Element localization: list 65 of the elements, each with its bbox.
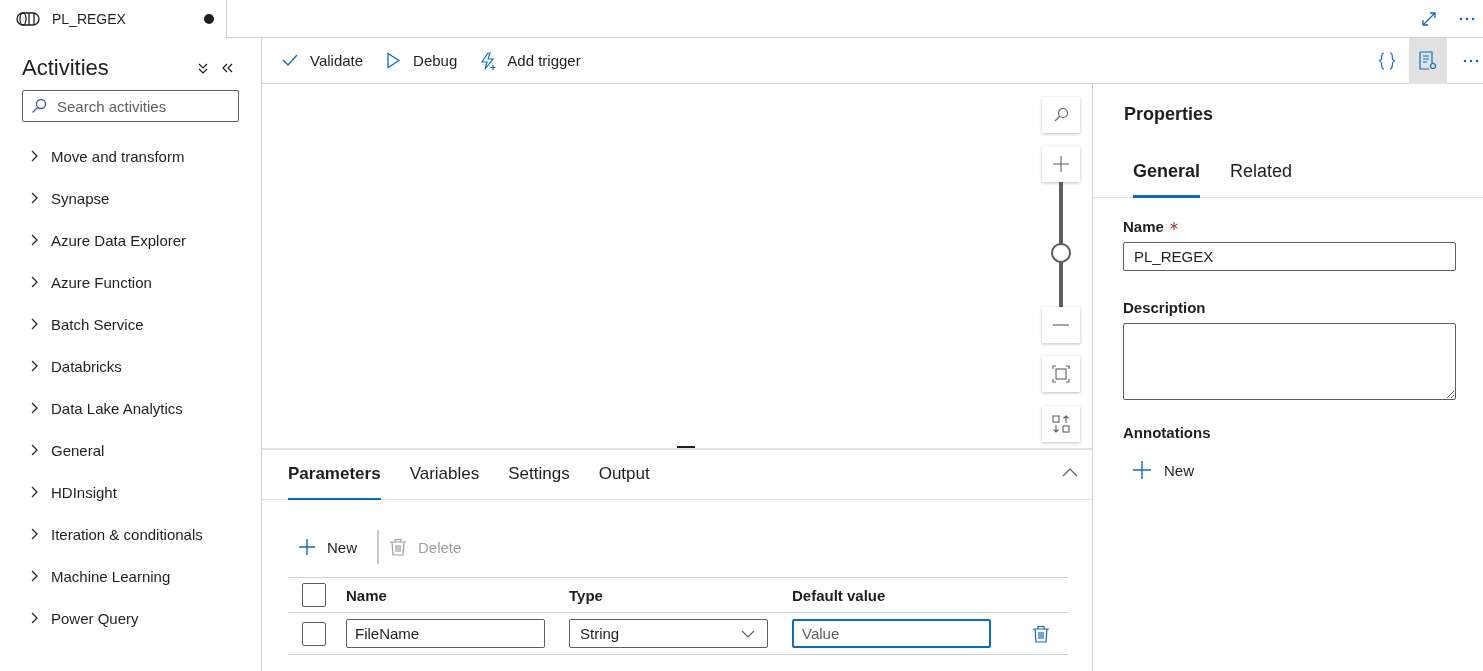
document-tab[interactable]: PL_REGEX — [0, 0, 227, 38]
activity-group[interactable]: Synapse — [28, 177, 239, 219]
resize-handle[interactable] — [677, 446, 695, 448]
trash-icon[interactable] — [1032, 623, 1050, 644]
trash-icon — [389, 538, 407, 556]
default-value-input[interactable]: Value — [792, 619, 991, 648]
slider-thumb[interactable] — [1051, 242, 1071, 263]
search-field[interactable]: Search activities — [22, 90, 239, 122]
panel-tab[interactable]: Settings — [508, 450, 570, 500]
collapse-all-icon[interactable] — [197, 62, 209, 74]
search-icon — [1052, 106, 1070, 124]
lightning-icon — [479, 51, 498, 70]
panel-tab[interactable]: Parameters — [288, 450, 381, 500]
document-gear-icon — [1418, 50, 1438, 71]
chevron-down-icon — [741, 629, 755, 638]
activity-group[interactable]: Azure Function — [28, 261, 239, 303]
validate-button[interactable]: Validate — [282, 37, 376, 84]
zoom-slider[interactable] — [1050, 182, 1072, 307]
type-dropdown[interactable]: String — [569, 619, 768, 648]
plus-icon — [1132, 460, 1152, 480]
activity-group[interactable]: Power Query — [28, 597, 239, 639]
trigger-button[interactable]: Add trigger — [479, 37, 593, 84]
search-icon — [31, 98, 47, 114]
field-label: Annotations — [1123, 423, 1211, 441]
pipeline-icon — [16, 11, 40, 27]
row-checkbox[interactable] — [302, 621, 326, 646]
name-input[interactable]: FileName — [346, 619, 545, 648]
panel-tab[interactable]: Variables — [409, 450, 480, 500]
activity-group[interactable]: Iteration & conditionals — [28, 513, 239, 555]
more-icon[interactable] — [1463, 58, 1479, 63]
properties-tab[interactable]: Related — [1230, 143, 1293, 198]
activity-group[interactable]: HDInsight — [28, 471, 239, 513]
activity-group[interactable]: Machine Learning — [28, 555, 239, 597]
panel-title: Activities — [22, 55, 110, 81]
code-braces-icon[interactable] — [1377, 50, 1397, 71]
plus-icon — [298, 538, 316, 556]
panel-tab[interactable]: Output — [598, 450, 650, 500]
activity-group[interactable]: Data Lake Analytics — [28, 387, 239, 429]
new-button[interactable]: New — [298, 529, 369, 565]
properties-tab[interactable]: General — [1133, 143, 1201, 198]
expand-icon[interactable] — [1421, 10, 1437, 27]
new-annotation-button[interactable]: New — [1132, 460, 1194, 480]
search-button[interactable] — [1042, 97, 1080, 133]
debug-button[interactable]: Debug — [385, 37, 470, 84]
description-input[interactable] — [1123, 323, 1456, 400]
column-header: Name — [346, 586, 388, 604]
more-icon[interactable] — [1459, 16, 1475, 21]
activity-group[interactable]: Move and transform — [28, 135, 239, 177]
properties-toggle-button[interactable] — [1409, 37, 1447, 84]
column-header: Default value — [792, 586, 887, 604]
panel-title: Properties — [1124, 104, 1214, 125]
collapse-panel-icon[interactable] — [221, 62, 233, 74]
column-header: Type — [569, 586, 604, 604]
zoom-in-icon — [1052, 155, 1070, 173]
auto-align-icon — [1052, 415, 1070, 433]
activity-group[interactable]: General — [28, 429, 239, 471]
field-label: Description — [1123, 298, 1206, 316]
field-label: Name — [1123, 217, 1164, 235]
activity-group[interactable]: Azure Data Explorer — [28, 219, 239, 261]
collapse-icon[interactable] — [1062, 468, 1078, 477]
select-all-checkbox[interactable] — [302, 583, 326, 607]
activity-group[interactable]: Databricks — [28, 345, 239, 387]
activity-group[interactable]: Batch Service — [28, 303, 239, 345]
name-input[interactable]: PL_REGEX — [1123, 242, 1456, 271]
fit-to-screen-icon — [1052, 365, 1070, 383]
